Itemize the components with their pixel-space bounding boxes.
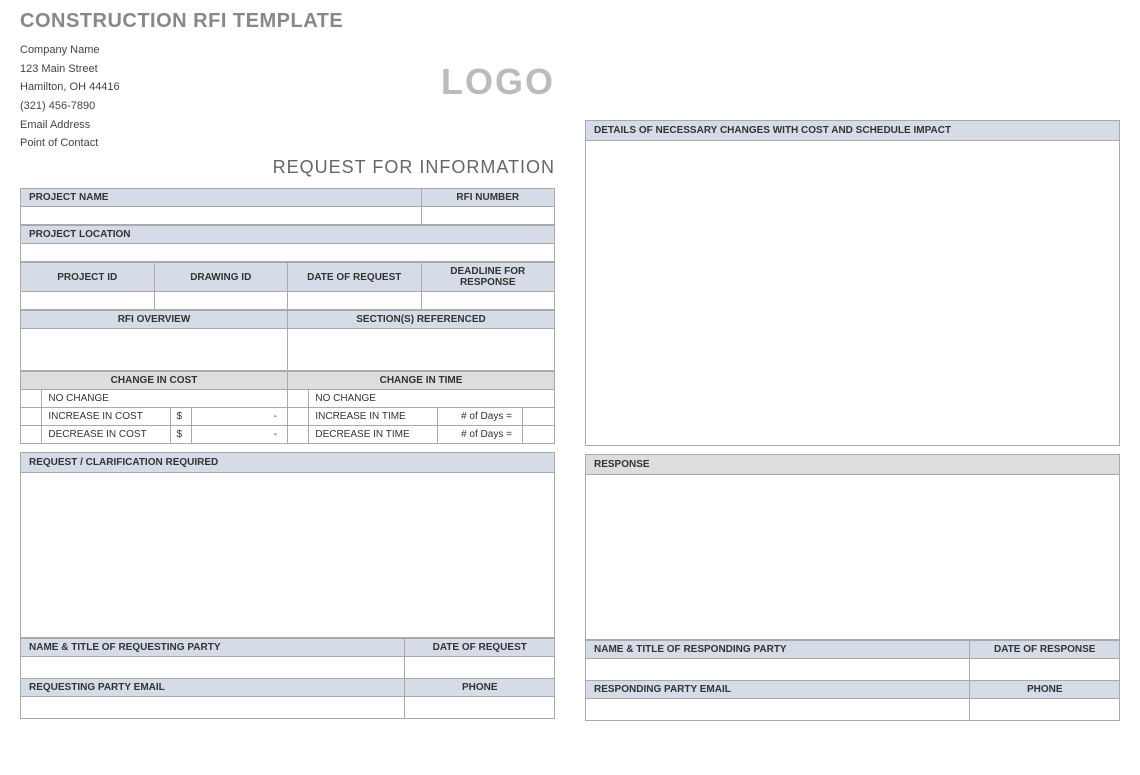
drawing-id-header: DRAWING ID [154,263,288,292]
requesting-phone-field[interactable] [405,697,555,719]
project-id-header: PROJECT ID [21,263,155,292]
responding-name-header: NAME & TITLE OF RESPONDING PARTY [586,641,970,659]
details-changes-field[interactable] [585,141,1120,446]
time-increase-value[interactable] [522,408,554,426]
requesting-date-field[interactable] [405,657,555,679]
responding-date-header: DATE OF RESPONSE [970,641,1120,659]
responding-phone-header: PHONE [970,681,1120,699]
id-dates-table: PROJECT ID DRAWING ID DATE OF REQUEST DE… [20,262,555,310]
cost-increase-value[interactable]: - [191,408,287,426]
drawing-id-field[interactable] [154,292,288,310]
doc-title: CONSTRUCTION RFI TEMPLATE [20,10,555,33]
responding-email-header: RESPONDING PARTY EMAIL [586,681,970,699]
cost-increase-label: INCREASE IN COST [42,408,170,426]
logo-placeholder: LOGO [441,61,555,103]
time-decrease-days-label: # of Days = [437,426,522,444]
time-increase-days-label: # of Days = [437,408,522,426]
deadline-header: DEADLINE FOR RESPONSE [421,263,555,292]
requesting-date-header: DATE OF REQUEST [405,639,555,657]
project-location-field[interactable] [21,244,555,262]
rfi-overview-header: RFI OVERVIEW [21,311,288,329]
project-name-table: PROJECT NAME RFI NUMBER [20,188,555,225]
responding-name-field[interactable] [586,659,970,681]
time-increase-checkbox[interactable] [287,408,308,426]
rfi-heading: REQUEST FOR INFORMATION [20,157,555,178]
cost-increase-checkbox[interactable] [21,408,42,426]
project-location-table: PROJECT LOCATION [20,225,555,262]
date-request-header: DATE OF REQUEST [288,263,422,292]
company-contact: Point of Contact [20,134,120,153]
time-nochange-label: NO CHANGE [309,390,555,408]
rfi-overview-field[interactable] [21,329,288,371]
details-changes-header: DETAILS OF NECESSARY CHANGES WITH COST A… [585,120,1120,141]
company-info: Company Name 123 Main Street Hamilton, O… [20,41,120,153]
overview-sections-table: RFI OVERVIEW SECTION(S) REFERENCED [20,310,555,371]
company-street: 123 Main Street [20,60,120,79]
cost-increase-symbol: $ [170,408,191,426]
sections-ref-field[interactable] [288,329,555,371]
request-clarification-field[interactable] [20,473,555,638]
cost-decrease-symbol: $ [170,426,191,444]
change-cost-header: CHANGE IN COST [21,372,288,390]
change-time-header: CHANGE IN TIME [287,372,554,390]
time-decrease-checkbox[interactable] [287,426,308,444]
company-email: Email Address [20,116,120,135]
time-decrease-value[interactable] [522,426,554,444]
company-phone: (321) 456-7890 [20,97,120,116]
responding-party-table: NAME & TITLE OF RESPONDING PARTY DATE OF… [585,640,1120,721]
project-location-header: PROJECT LOCATION [21,226,555,244]
deadline-field[interactable] [421,292,555,310]
requesting-party-table: NAME & TITLE OF REQUESTING PARTY DATE OF… [20,638,555,719]
requesting-email-header: REQUESTING PARTY EMAIL [21,679,405,697]
date-request-field[interactable] [288,292,422,310]
cost-decrease-checkbox[interactable] [21,426,42,444]
requesting-name-field[interactable] [21,657,405,679]
rfi-number-header: RFI NUMBER [421,189,555,207]
requesting-email-field[interactable] [21,697,405,719]
responding-email-field[interactable] [586,699,970,721]
sections-ref-header: SECTION(S) REFERENCED [288,311,555,329]
company-name: Company Name [20,41,120,60]
requesting-name-header: NAME & TITLE OF REQUESTING PARTY [21,639,405,657]
response-field[interactable] [585,475,1120,640]
time-nochange-checkbox[interactable] [287,390,308,408]
responding-phone-field[interactable] [970,699,1120,721]
cost-nochange-label: NO CHANGE [42,390,288,408]
cost-nochange-checkbox[interactable] [21,390,42,408]
project-id-field[interactable] [21,292,155,310]
request-clarification-header: REQUEST / CLARIFICATION REQUIRED [20,452,555,473]
project-name-field[interactable] [21,207,422,225]
rfi-number-field[interactable] [421,207,555,225]
changes-table: CHANGE IN COST CHANGE IN TIME NO CHANGE … [20,371,555,444]
project-name-header: PROJECT NAME [21,189,422,207]
company-city: Hamilton, OH 44416 [20,78,120,97]
cost-decrease-label: DECREASE IN COST [42,426,170,444]
cost-decrease-value[interactable]: - [191,426,287,444]
requesting-phone-header: PHONE [405,679,555,697]
responding-date-field[interactable] [970,659,1120,681]
response-header: RESPONSE [585,454,1120,475]
time-increase-label: INCREASE IN TIME [309,408,437,426]
time-decrease-label: DECREASE IN TIME [309,426,437,444]
